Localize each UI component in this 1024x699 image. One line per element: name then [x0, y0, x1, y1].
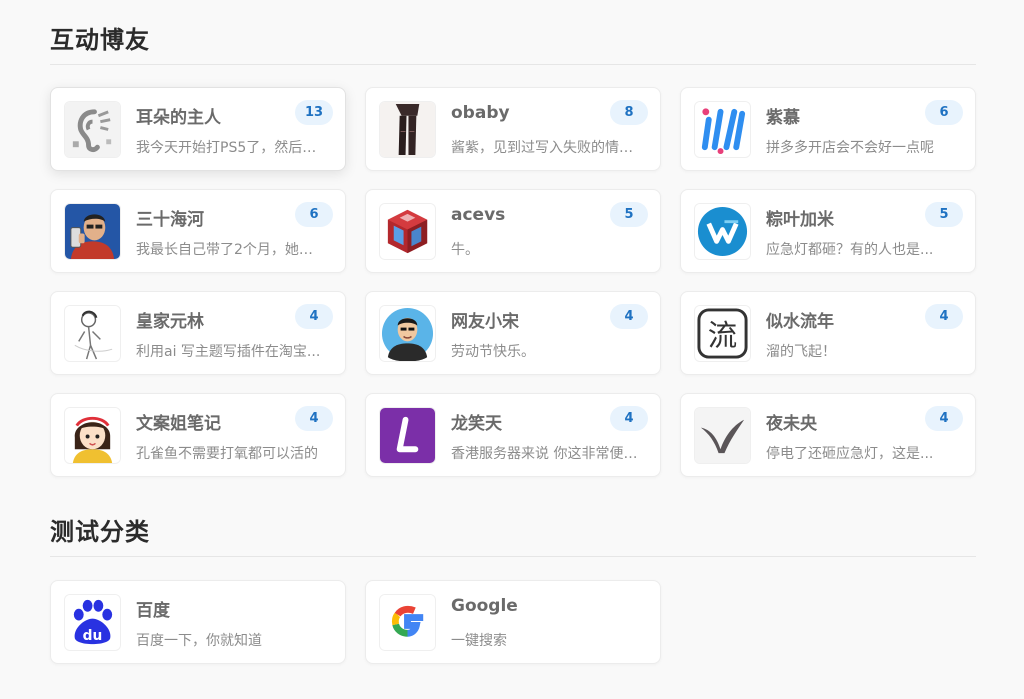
friend-latest-comment: 我今天开始打PS5了，然后我就发现... [136, 140, 326, 156]
friend-card-obaby[interactable]: obaby 酱紫，见到过写入失败的情况吗 8 [365, 87, 661, 171]
liu-character-logo-icon: 流 [694, 305, 751, 362]
stockings-avatar-icon [379, 101, 436, 158]
friend-name: 文案姐笔记 [136, 414, 221, 434]
friend-card-acevs[interactable]: acevs 牛。 5 [365, 189, 661, 273]
svg-text:du: du [83, 628, 103, 644]
friend-latest-comment: 酱紫，见到过写入失败的情况吗 [451, 140, 641, 156]
comment-count-badge: 8 [610, 100, 648, 125]
comment-count-badge: 13 [295, 100, 333, 125]
friend-card-huangjiayuanlin[interactable]: 皇家元林 利用ai 写主题写插件在淘宝... 4 [50, 291, 346, 375]
site-description: 百度一下，你就知道 [136, 633, 262, 649]
friend-latest-comment: 利用ai 写主题写插件在淘宝... [136, 344, 321, 360]
section-divider [50, 64, 976, 65]
site-name: Google [451, 596, 518, 616]
friend-latest-comment: 停电了还砸应急灯，这是... [766, 446, 934, 462]
friend-name: 粽叶加米 [766, 210, 834, 230]
comment-count-badge: 4 [925, 406, 963, 431]
comment-count-badge: 5 [610, 202, 648, 227]
site-description: 一键搜索 [451, 633, 507, 649]
comment-count-badge: 4 [610, 406, 648, 431]
site-card-google[interactable]: Google 一键搜索 [365, 580, 661, 664]
w-logo-icon [694, 203, 751, 260]
friend-latest-comment: 应急灯都砸？有的人也是... [766, 242, 934, 258]
friend-card-zimu[interactable]: 紫慕 拼多多开店会不会好一点呢 6 [680, 87, 976, 171]
girl-avatar-icon [64, 407, 121, 464]
friend-card-yeweiyang[interactable]: 夜未央 停电了还砸应急灯，这是... 4 [680, 393, 976, 477]
ear-avatar-icon [64, 101, 121, 158]
comment-count-badge: 6 [295, 202, 333, 227]
friend-card-wangyouxiaosong[interactable]: 网友小宋 劳动节快乐。 4 [365, 291, 661, 375]
comment-count-badge: 6 [925, 100, 963, 125]
comment-count-badge: 4 [925, 304, 963, 329]
friend-name: 耳朵的主人 [136, 108, 221, 128]
baidu-paw-logo-icon: du [64, 594, 121, 651]
friend-name: obaby [451, 103, 510, 123]
sketch-figure-avatar-icon [64, 305, 121, 362]
section-title-friends: 互动博友 [50, 26, 150, 54]
friend-name: 三十海河 [136, 210, 204, 230]
friend-latest-comment: 溜的飞起！ [766, 344, 836, 360]
section-title-test-category: 测试分类 [50, 518, 150, 546]
friend-name: 似水流年 [766, 312, 834, 332]
friend-card-zongyejiami[interactable]: 粽叶加米 应急灯都砸？有的人也是... 5 [680, 189, 976, 273]
man-selfie-avatar-icon [64, 203, 121, 260]
friend-card-wenanjiebiji[interactable]: 文案姐笔记 孔雀鱼不需要打氧都可以活的 4 [50, 393, 346, 477]
friend-latest-comment: 我最长自己带了2个月，她就... [136, 242, 326, 258]
friend-latest-comment: 香港服务器来说 你这非常便宜了 [451, 446, 641, 462]
svg-text:流: 流 [708, 318, 737, 352]
friend-card-longxiaotian[interactable]: 龙笑天 香港服务器来说 你这非常便宜了 4 [365, 393, 661, 477]
friend-latest-comment: 拼多多开店会不会好一点呢 [766, 140, 934, 156]
comment-count-badge: 4 [610, 304, 648, 329]
comment-count-badge: 5 [925, 202, 963, 227]
friend-name: 龙笑天 [451, 414, 502, 434]
friend-name: 紫慕 [766, 108, 800, 128]
letter-l-logo-icon [379, 407, 436, 464]
stripes-logo-icon [694, 101, 751, 158]
site-card-baidu[interactable]: du 百度 百度一下，你就知道 [50, 580, 346, 664]
friend-name: 皇家元林 [136, 312, 204, 332]
friend-name: 网友小宋 [451, 312, 519, 332]
google-g-logo-icon [379, 594, 436, 651]
friend-card-sishuiliunian[interactable]: 流 似水流年 溜的飞起！ 4 [680, 291, 976, 375]
comment-count-badge: 4 [295, 406, 333, 431]
bird-wings-avatar-icon [694, 407, 751, 464]
comment-count-badge: 4 [295, 304, 333, 329]
friends-grid: 耳朵的主人 我今天开始打PS5了，然后我就发现... 13 obaby 酱紫，见… [50, 87, 976, 477]
friend-name: 夜未央 [766, 414, 817, 434]
section-divider [50, 556, 976, 557]
friend-name: acevs [451, 205, 506, 225]
friend-card-erduo[interactable]: 耳朵的主人 我今天开始打PS5了，然后我就发现... 13 [50, 87, 346, 171]
test-category-grid: du 百度 百度一下，你就知道 Google 一键搜索 [50, 580, 976, 664]
friend-latest-comment: 孔雀鱼不需要打氧都可以活的 [136, 446, 318, 462]
site-name: 百度 [136, 601, 170, 621]
friend-card-sanshihaihe[interactable]: 三十海河 我最长自己带了2个月，她就... 6 [50, 189, 346, 273]
friend-latest-comment: 劳动节快乐。 [451, 344, 535, 360]
cartoon-man-avatar-icon [379, 305, 436, 362]
cube-logo-icon [379, 203, 436, 260]
friend-latest-comment: 牛。 [451, 242, 479, 258]
